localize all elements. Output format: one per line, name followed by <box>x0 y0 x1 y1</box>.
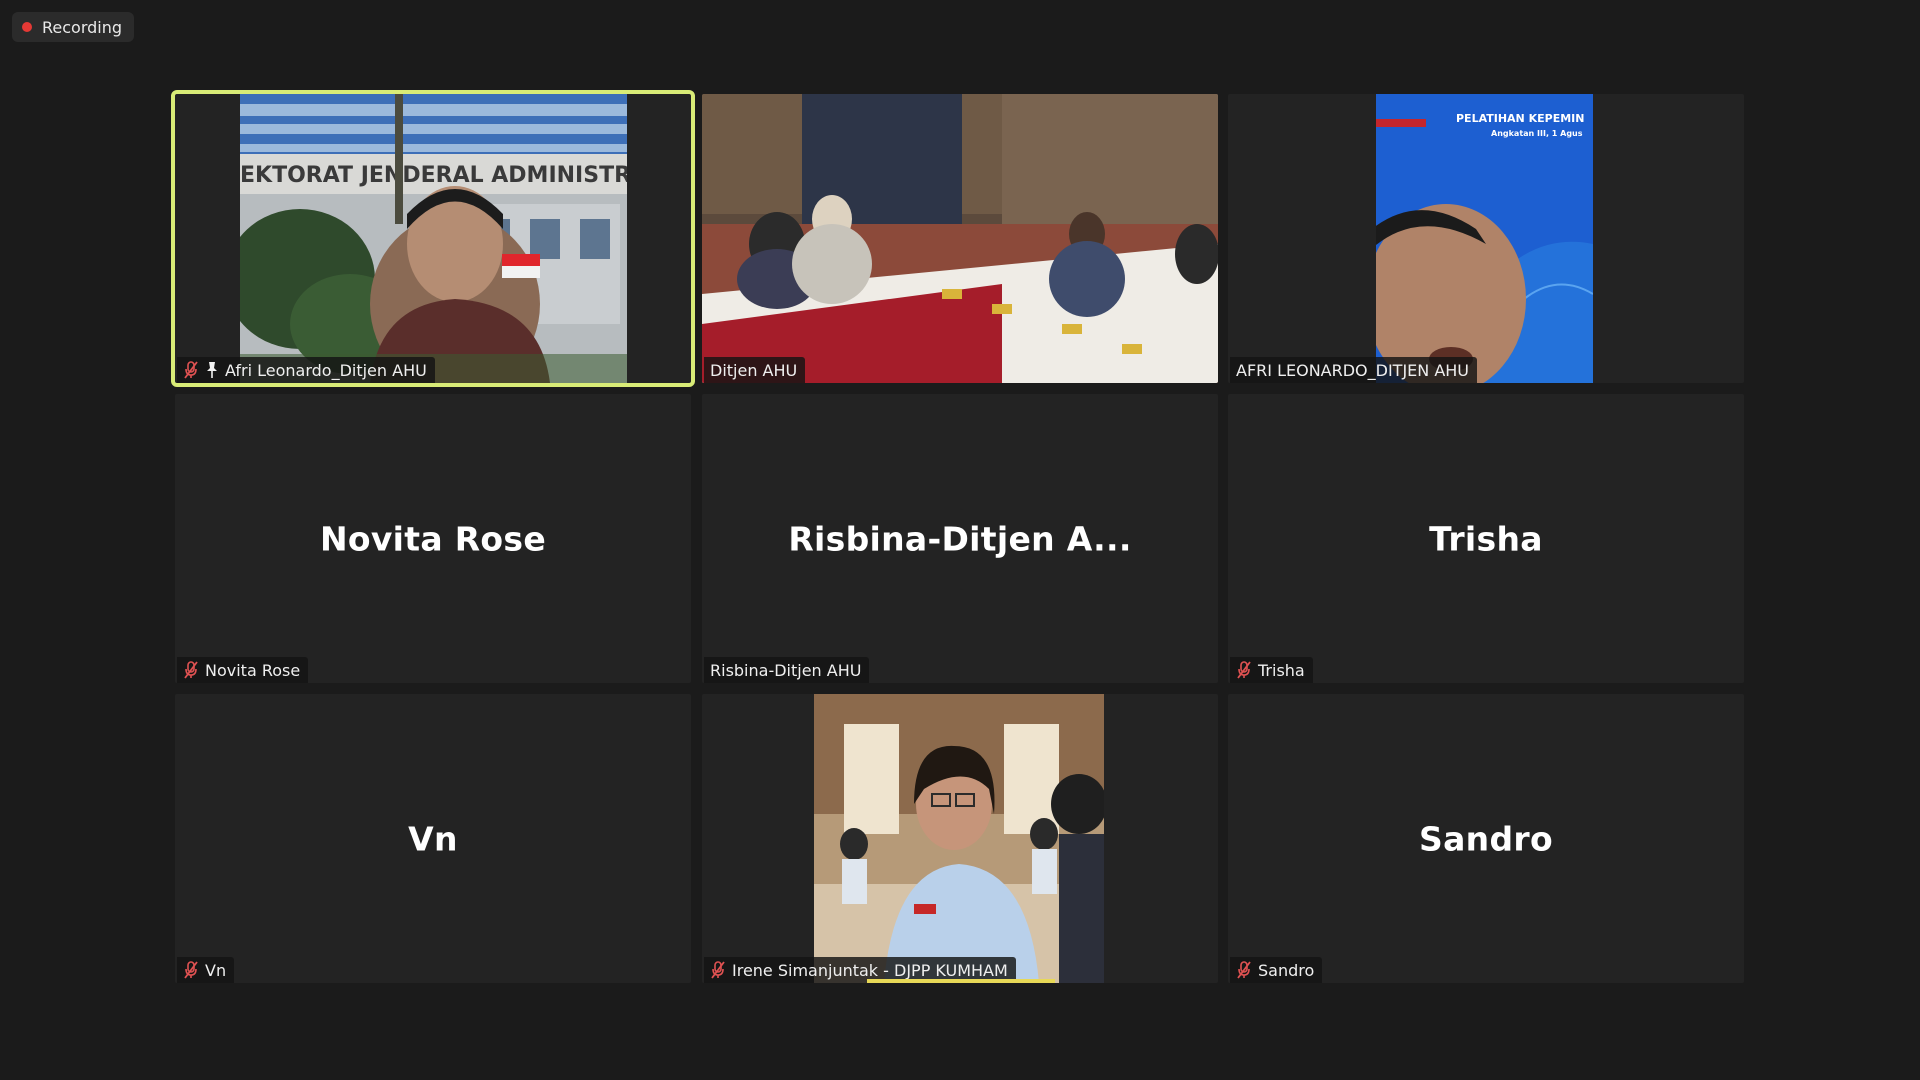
participant-name: Sandro <box>1258 960 1315 980</box>
participant-name: AFRI LEONARDO_DITJEN AHU <box>1236 360 1470 380</box>
participant-tile-risbina[interactable]: Risbina-Ditjen A... Risbina-Ditjen AHU <box>702 394 1218 683</box>
participant-name: Trisha <box>1258 660 1305 680</box>
participant-nametag: Novita Rose <box>177 657 309 683</box>
mic-muted-icon <box>1237 661 1251 679</box>
participant-nametag: Vn <box>177 957 235 983</box>
speaking-indicator-bar <box>867 979 1055 983</box>
recording-indicator[interactable]: Recording <box>12 12 135 42</box>
slide-face-video-feed: PELATIHAN KEPEMIN Angkatan III, 1 Agus <box>1376 94 1593 383</box>
building-video-feed: EKTORAT JENDERAL ADMINISTRASI HUKU <box>240 94 627 383</box>
participant-avatar-name: Sandro <box>1419 819 1553 858</box>
participant-video: PELATIHAN KEPEMIN Angkatan III, 1 Agus <box>1376 94 1593 383</box>
meeting-room-video-feed <box>702 94 1218 383</box>
mic-muted-icon <box>711 961 725 979</box>
recording-label: Recording <box>42 17 123 37</box>
video-grid: EKTORAT JENDERAL ADMINISTRASI HUKU <box>171 90 1745 984</box>
slide-title: PELATIHAN KEPEMIN <box>1456 112 1584 125</box>
participant-nametag: Afri Leonardo_Ditjen AHU <box>177 357 435 383</box>
participant-nametag: Ditjen AHU <box>704 357 806 383</box>
participant-tile-trisha[interactable]: Trisha Trisha <box>1228 394 1744 683</box>
participant-avatar-name: Trisha <box>1429 519 1543 558</box>
mic-muted-icon <box>184 661 198 679</box>
participant-video <box>814 694 1104 983</box>
participant-nametag: Risbina-Ditjen AHU <box>704 657 870 683</box>
participant-nametag: AFRI LEONARDO_DITJEN AHU <box>1230 357 1478 383</box>
participant-tile-novita-rose[interactable]: Novita Rose Novita Rose <box>175 394 691 683</box>
portrait-video-feed <box>814 694 1104 983</box>
participant-name: Risbina-Ditjen AHU <box>710 660 862 680</box>
building-sign-text: EKTORAT JENDERAL ADMINISTRASI HUKU <box>240 163 627 188</box>
mic-muted-icon <box>184 961 198 979</box>
participant-name: Afri Leonardo_Ditjen AHU <box>225 360 427 380</box>
participant-tile-afri-leonardo[interactable]: EKTORAT JENDERAL ADMINISTRASI HUKU <box>171 90 695 387</box>
participant-avatar-name: Novita Rose <box>319 519 547 558</box>
participant-nametag: Sandro <box>1230 957 1323 983</box>
participant-tile-sandro[interactable]: Sandro Sandro <box>1228 694 1744 983</box>
participant-avatar-name: Risbina-Ditjen A... <box>788 519 1132 558</box>
participant-name: Irene Simanjuntak - DJPP KUMHAM <box>732 960 1008 980</box>
participant-tile-afri-leonardo-2[interactable]: PELATIHAN KEPEMIN Angkatan III, 1 Agus A… <box>1228 94 1744 383</box>
participant-video <box>702 94 1218 383</box>
participant-video: EKTORAT JENDERAL ADMINISTRASI HUKU <box>240 94 627 383</box>
participant-avatar-name: Vn <box>408 819 458 858</box>
mic-muted-icon <box>1237 961 1251 979</box>
participant-tile-ditjen-ahu[interactable]: Ditjen AHU <box>702 94 1218 383</box>
participant-tile-irene[interactable]: Irene Simanjuntak - DJPP KUMHAM <box>702 694 1218 983</box>
participant-nametag: Trisha <box>1230 657 1313 683</box>
mic-muted-icon <box>184 361 198 379</box>
participant-name: Novita Rose <box>205 660 301 680</box>
recording-dot-icon <box>22 22 32 32</box>
participant-tile-vn[interactable]: Vn Vn <box>175 694 691 983</box>
participant-name: Ditjen AHU <box>710 360 798 380</box>
participant-name: Vn <box>205 960 227 980</box>
slide-subtitle: Angkatan III, 1 Agus <box>1491 129 1583 138</box>
pin-icon <box>207 362 217 378</box>
